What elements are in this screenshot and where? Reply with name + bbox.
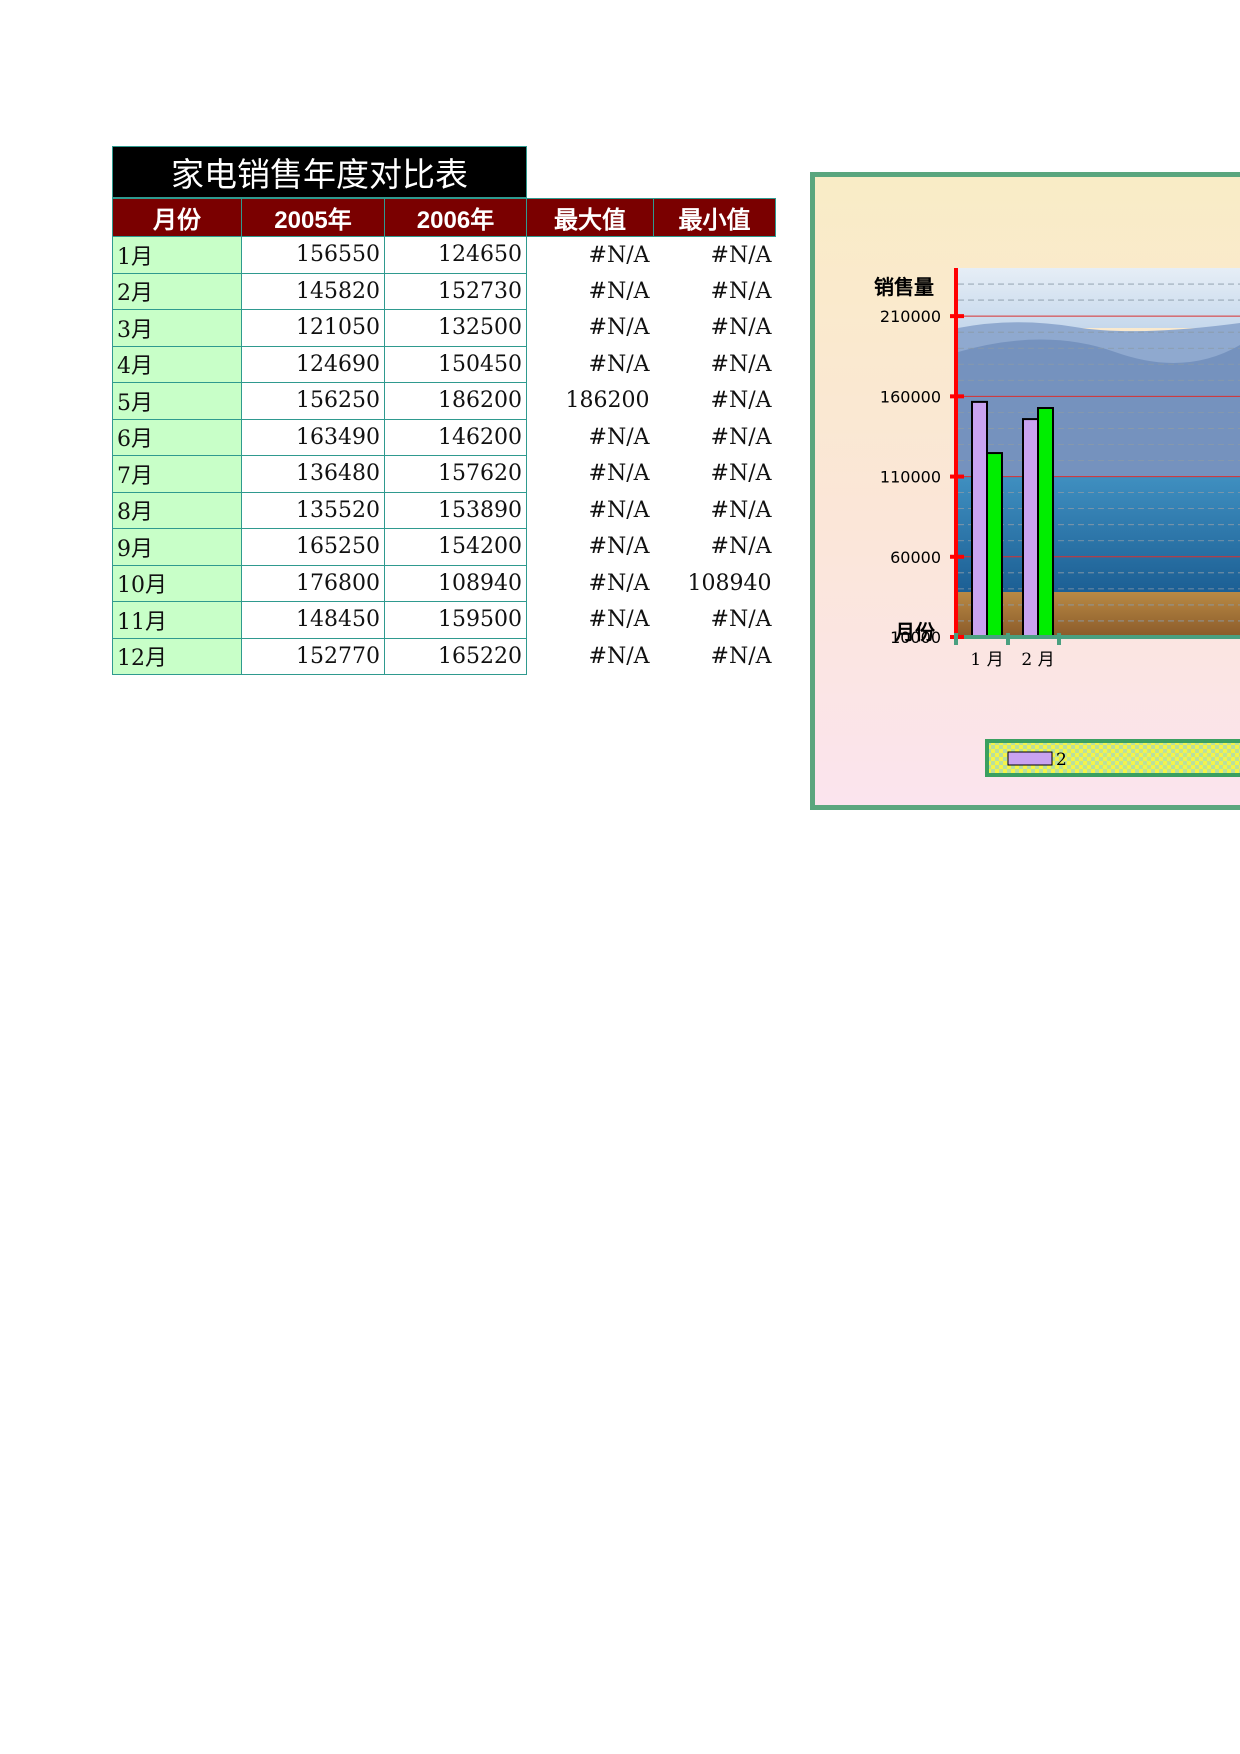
cell-2006[interactable]: 150450 [384,345,527,383]
table-row: 5月 156250 186200 186200 #N/A [112,382,776,420]
cell-max[interactable]: #N/A [527,237,654,274]
cell-min[interactable]: #N/A [654,273,776,310]
cell-month[interactable]: 10月 [112,564,242,602]
cell-2006[interactable]: 132500 [384,309,527,347]
legend-label: 2 [1056,750,1067,770]
bar-2-series-1[interactable] [1022,418,1039,638]
cell-min[interactable]: #N/A [654,419,776,456]
cell-max[interactable]: #N/A [527,456,654,493]
cell-max[interactable]: #N/A [527,310,654,347]
cell-2006[interactable]: 154200 [384,528,527,566]
cell-month[interactable]: 7月 [112,455,242,493]
sales-chart: 2100001600001100006000010000 1 月2 月 销售量 … [874,268,1240,777]
cell-2005[interactable]: 145820 [241,272,385,310]
cell-min[interactable]: #N/A [654,383,776,420]
cell-month[interactable]: 8月 [112,491,242,529]
cell-max[interactable]: #N/A [527,565,654,602]
cell-max[interactable]: #N/A [527,602,654,639]
table-title: 家电销售年度对比表 [112,146,527,198]
x-axis-title: 月份 [894,620,936,644]
cell-2005[interactable]: 148450 [241,601,385,639]
cell-month[interactable]: 1月 [112,236,242,274]
bar-1-series-2[interactable] [986,452,1003,638]
cell-2006[interactable]: 186200 [384,382,527,420]
header-row: 月份 2005年 2006年 最大值 最小值 [112,198,776,237]
y-tick-label: 210000 [880,307,941,326]
col-header-min: 最小值 [653,198,776,237]
cell-2005[interactable]: 152770 [241,637,385,675]
cell-2006[interactable]: 146200 [384,418,527,456]
cell-month[interactable]: 3月 [112,309,242,347]
cell-max[interactable]: #N/A [527,273,654,310]
table-row: 1月 156550 124650 #N/A #N/A [112,236,776,274]
cell-min[interactable]: #N/A [654,529,776,566]
y-tick-label: 160000 [880,387,941,406]
cell-2005[interactable]: 163490 [241,418,385,456]
table-row: 9月 165250 154200 #N/A #N/A [112,528,776,566]
cell-2006[interactable]: 159500 [384,601,527,639]
x-tick-label: 2 月 [1021,650,1054,670]
y-axis-title: 销售量 [874,275,934,299]
cell-2005[interactable]: 156250 [241,382,385,420]
cell-month[interactable]: 12月 [112,637,242,675]
col-header-2006: 2006年 [384,198,527,237]
cell-max[interactable]: #N/A [527,419,654,456]
cell-2006[interactable]: 165220 [384,637,527,675]
table-row: 11月 148450 159500 #N/A #N/A [112,601,776,639]
cell-month[interactable]: 4月 [112,345,242,383]
legend-swatch-series-1 [1007,751,1053,766]
cell-max[interactable]: 186200 [527,383,654,420]
col-header-max: 最大值 [526,198,654,237]
cell-min[interactable]: #N/A [654,638,776,675]
table-row: 2月 145820 152730 #N/A #N/A [112,272,776,310]
cell-min[interactable]: #N/A [654,492,776,529]
cell-2006[interactable]: 157620 [384,455,527,493]
cell-month[interactable]: 5月 [112,382,242,420]
cell-2005[interactable]: 135520 [241,491,385,529]
cell-min[interactable]: 108940 [654,565,776,602]
cell-max[interactable]: #N/A [527,529,654,566]
cell-2006[interactable]: 152730 [384,272,527,310]
cell-2005[interactable]: 121050 [241,309,385,347]
cell-max[interactable]: #N/A [527,346,654,383]
cell-2006[interactable]: 153890 [384,491,527,529]
col-header-month: 月份 [112,198,242,237]
cell-month[interactable]: 11月 [112,601,242,639]
cell-min[interactable]: #N/A [654,602,776,639]
x-tick-label: 1 月 [970,650,1003,670]
bar-1-series-1[interactable] [971,400,988,638]
cell-2005[interactable]: 165250 [241,528,385,566]
bar-2-series-2[interactable] [1037,407,1054,638]
col-header-2005: 2005年 [241,198,385,237]
table-row: 6月 163490 146200 #N/A #N/A [112,418,776,456]
chart-area[interactable]: 210000 160000 110000 60000 10000 1 月2 月 销售量 … [810,172,1240,810]
cell-2005[interactable]: 124690 [241,345,385,383]
cell-month[interactable]: 2月 [112,272,242,310]
y-tick-label: 60000 [890,548,941,567]
cell-2006[interactable]: 124650 [384,236,527,274]
table-row: 10月 176800 108940 #N/A 108940 [112,564,776,602]
cell-max[interactable]: #N/A [527,638,654,675]
cell-min[interactable]: #N/A [654,346,776,383]
cell-min[interactable]: #N/A [654,310,776,347]
table-row: 12月 152770 165220 #N/A #N/A [112,637,776,675]
cell-2005[interactable]: 156550 [241,236,385,274]
cell-month[interactable]: 9月 [112,528,242,566]
table-row: 3月 121050 132500 #N/A #N/A [112,309,776,347]
cell-max[interactable]: #N/A [527,492,654,529]
cell-2005[interactable]: 176800 [241,564,385,602]
cell-2005[interactable]: 136480 [241,455,385,493]
y-tick-label: 110000 [880,468,941,487]
table-row: 4月 124690 150450 #N/A #N/A [112,345,776,383]
cell-month[interactable]: 6月 [112,418,242,456]
cell-min[interactable]: #N/A [654,237,776,274]
cell-2006[interactable]: 108940 [384,564,527,602]
table-row: 8月 135520 153890 #N/A #N/A [112,491,776,529]
cell-min[interactable]: #N/A [654,456,776,493]
table-row: 7月 136480 157620 #N/A #N/A [112,455,776,493]
sales-table: 月份 2005年 2006年 最大值 最小值 1月 156550 124650 #N/… [112,198,776,675]
legend[interactable]: 2 [985,739,1240,777]
